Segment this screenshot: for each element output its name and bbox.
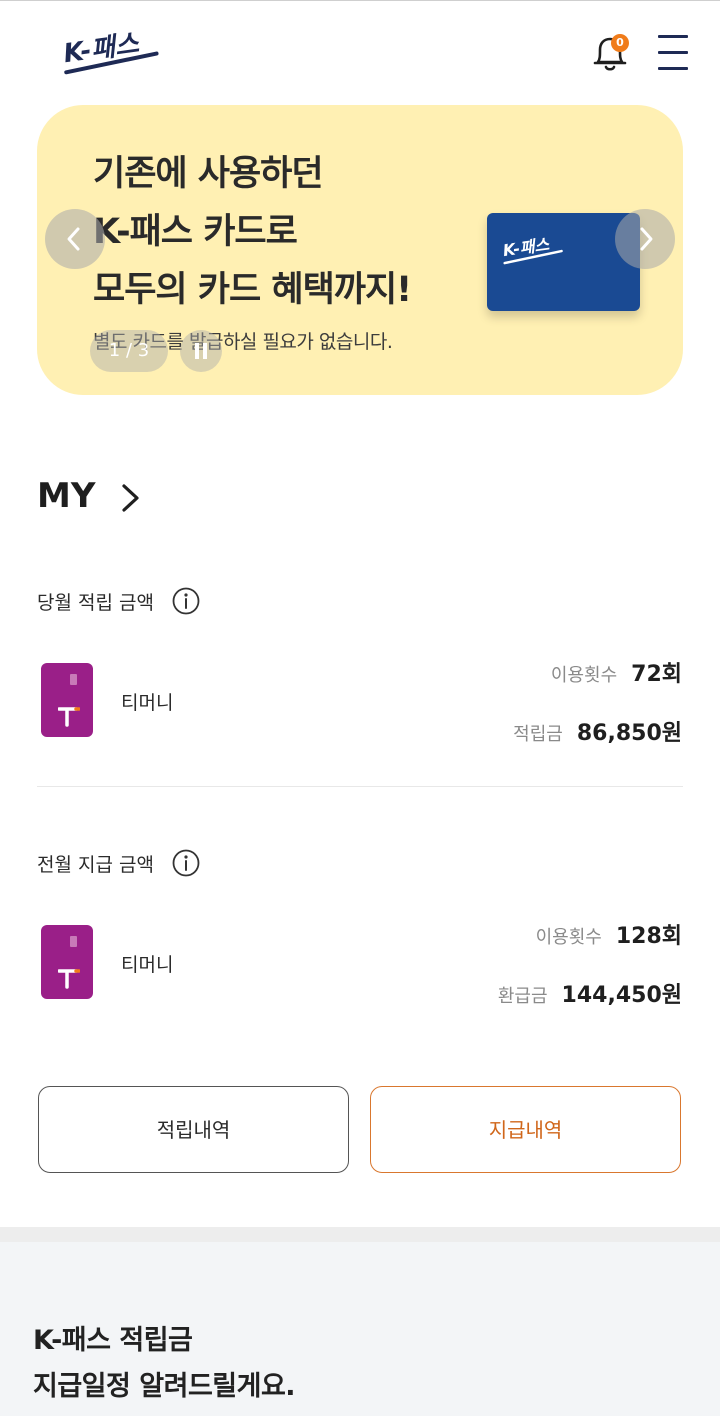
accrual-history-button[interactable]: 적립내역 <box>38 1086 349 1173</box>
app-header: K-패스 0 <box>0 0 720 100</box>
chevron-right-icon <box>640 227 653 251</box>
refund-amount-value: 144,450원 <box>561 983 682 1008</box>
info-icon[interactable] <box>171 848 201 878</box>
usage-count-label: 이용횟수 <box>535 927 602 948</box>
current-month-label: 당월 적립 금액 <box>37 592 154 614</box>
my-section-title[interactable]: MY <box>37 476 95 516</box>
previous-month-label: 전월 지급 금액 <box>37 854 154 876</box>
current-amount-row: 적립금 86,850원 <box>513 715 682 746</box>
tmoney-card-icon <box>41 925 93 999</box>
previous-card-name: 티머니 <box>121 954 174 976</box>
chevron-right-icon[interactable] <box>118 481 144 515</box>
pause-icon[interactable] <box>180 330 222 372</box>
refund-amount-label: 환급금 <box>497 986 548 1007</box>
svg-text:K-패스: K-패스 <box>502 235 552 260</box>
info-icon[interactable] <box>171 586 201 616</box>
banner-next-button[interactable] <box>615 209 675 269</box>
payment-schedule-title: K-패스 적립금 지급일정 알려드릴게요. <box>33 1325 296 1402</box>
usage-count-label: 이용횟수 <box>550 665 618 686</box>
accrual-amount-value: 86,850원 <box>576 721 682 746</box>
previous-amount-row: 환급금 144,450원 <box>497 977 682 1008</box>
banner-prev-button[interactable] <box>45 209 105 269</box>
accrual-amount-label: 적립금 <box>513 724 563 745</box>
previous-usage-row: 이용횟수 128회 <box>535 918 682 949</box>
usage-count-value: 72회 <box>631 662 682 687</box>
svg-text:K-패스: K-패스 <box>62 29 142 69</box>
current-card-name: 티머니 <box>121 692 174 714</box>
banner-headline: 기존에 사용하던 K-패스 카드로 모두의 카드 혜택까지! <box>93 154 412 310</box>
hamburger-menu-icon[interactable] <box>656 34 690 70</box>
payment-history-button[interactable]: 지급내역 <box>370 1086 681 1173</box>
notification-badge: 0 <box>611 34 629 52</box>
chevron-left-icon <box>67 227 80 251</box>
tmoney-card-icon <box>41 663 93 737</box>
usage-count-value: 128회 <box>615 924 682 949</box>
section-divider <box>37 786 683 787</box>
banner-pager: 1 / 3 <box>90 330 168 372</box>
payment-schedule-section: K-패스 적립금 지급일정 알려드릴게요. <box>0 1242 720 1416</box>
k-pass-logo[interactable]: K-패스 <box>60 22 160 84</box>
current-usage-row: 이용횟수 72회 <box>550 656 682 687</box>
section-separator <box>0 1227 720 1242</box>
